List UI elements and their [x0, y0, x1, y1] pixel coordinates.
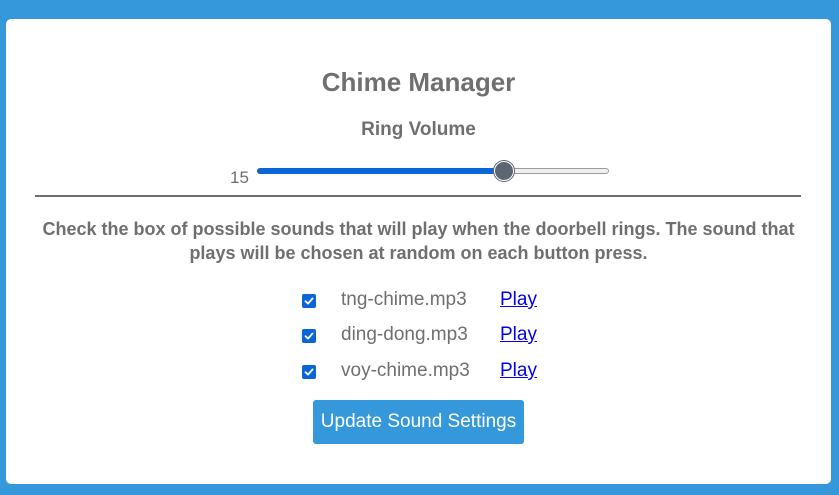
sound-checkbox[interactable] [302, 365, 316, 379]
checkmark-icon [304, 332, 314, 340]
chime-manager-card: Chime Manager Ring Volume 15 Check the b… [6, 19, 831, 484]
checkmark-icon [304, 368, 314, 376]
play-link[interactable]: Play [500, 360, 537, 382]
update-sound-settings-button[interactable]: Update Sound Settings [313, 400, 524, 444]
sound-checkbox[interactable] [302, 329, 316, 343]
sound-name: ding-dong.mp3 [341, 324, 468, 345]
page-title: Chime Manager [321, 67, 516, 97]
checkmark-icon [304, 297, 314, 305]
sound-row-tng-chime: tng-chime.mp3 Play [302, 288, 562, 314]
play-link[interactable]: Play [500, 324, 537, 346]
slider-thumb[interactable] [494, 161, 515, 181]
sound-name: voy-chime.mp3 [341, 360, 470, 381]
ring-volume-value: 15 [230, 168, 249, 187]
instructions-text: Check the box of possible sounds that wi… [42, 219, 795, 263]
ring-volume-label: Ring Volume [361, 119, 476, 140]
sound-row-voy-chime: voy-chime.mp3 Play [302, 359, 562, 385]
ring-volume-slider[interactable] [257, 160, 609, 182]
sound-row-ding-dong: ding-dong.mp3 Play [302, 323, 562, 349]
divider [35, 195, 801, 197]
play-link[interactable]: Play [500, 289, 537, 311]
slider-fill [257, 168, 504, 174]
sound-name: tng-chime.mp3 [341, 289, 467, 310]
sound-checkbox[interactable] [302, 294, 316, 308]
